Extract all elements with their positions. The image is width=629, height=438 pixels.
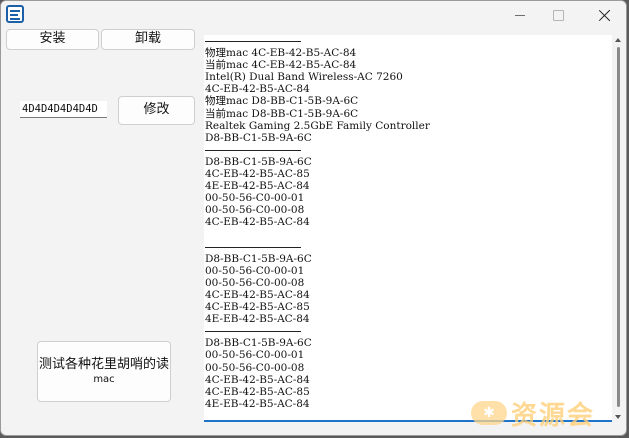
log-line: Intel(R) Dual Band Wireless-AC 7260 [205, 71, 403, 84]
close-button[interactable] [581, 1, 626, 29]
log-line: 00-50-56-C0-00-01 [205, 192, 305, 205]
log-line: 物理mac 4C-EB-42-B5-AC-84 [205, 47, 357, 60]
uninstall-button[interactable]: 卸载 [101, 29, 195, 50]
main-window: 安装 卸载 修改 测试各种花里胡哨的读 mac 物理mac 4C-EB-42-B… [0, 0, 627, 436]
log-line: 00-50-56-C0-00-08 [205, 204, 305, 217]
log-line: 00-50-56-C0-00-01 [205, 264, 305, 277]
log-line: D8-BB-C1-5B-9A-6C [205, 252, 312, 265]
test-read-mac-button[interactable]: 测试各种花里胡哨的读 mac [37, 341, 171, 402]
log-separator [205, 325, 430, 337]
minimize-icon [515, 14, 525, 16]
app-icon [6, 5, 24, 23]
maximize-icon [552, 9, 564, 21]
log-line: Realtek Gaming 2.5GbE Family Controller [205, 119, 430, 132]
test-button-label-line1: 测试各种花里胡哨的读 [38, 356, 169, 372]
log-line: 00-50-56-C0-00-01 [205, 349, 305, 362]
log-line: 4C-EB-42-B5-AC-85 [205, 168, 310, 181]
log-line: D8-BB-C1-5B-9A-6C [205, 337, 312, 350]
log-line: 4C-EB-42-B5-AC-85 [205, 385, 310, 398]
title-bar [1, 1, 626, 29]
log-lines: 物理mac 4C-EB-42-B5-AC-84 当前mac 4C-EB-42-B5… [205, 35, 430, 410]
log-line: 4C-EB-42-B5-AC-84 [205, 373, 310, 386]
log-line: 当前mac D8-BB-C1-5B-9A-6C [205, 107, 359, 120]
log-line: 当前mac 4C-EB-42-B5-AC-84 [205, 59, 357, 72]
log-line: 4C-EB-42-B5-AC-84 [205, 83, 310, 96]
install-button[interactable]: 安装 [6, 29, 99, 50]
mac-address-input[interactable] [20, 101, 107, 118]
log-separator [205, 35, 430, 47]
maximize-button[interactable] [535, 1, 581, 29]
close-icon [598, 9, 611, 22]
scroll-down-icon[interactable] [615, 415, 621, 419]
log-line: D8-BB-C1-5B-9A-6C [205, 131, 312, 144]
scroll-thumb[interactable] [617, 47, 620, 407]
log-line: 00-50-56-C0-00-08 [205, 361, 305, 374]
modify-button[interactable]: 修改 [118, 96, 195, 125]
log-separator [205, 144, 430, 156]
log-line: 4E-EB-42-B5-AC-84 [205, 397, 310, 410]
log-line: 4C-EB-42-B5-AC-84 [205, 216, 310, 229]
log-line: 4C-EB-42-B5-AC-84 [205, 288, 310, 301]
log-line: 物理mac D8-BB-C1-5B-9A-6C [205, 95, 359, 108]
log-line: 4E-EB-42-B5-AC-84 [205, 180, 310, 193]
log-line: 00-50-56-C0-00-08 [205, 276, 305, 289]
scroll-up-icon[interactable] [615, 38, 621, 42]
log-line: 4C-EB-42-B5-AC-85 [205, 301, 310, 314]
log-line: D8-BB-C1-5B-9A-6C [205, 155, 312, 168]
output-log[interactable]: 物理mac 4C-EB-42-B5-AC-84 当前mac 4C-EB-42-B5… [204, 35, 612, 422]
test-button-label-line2: mac [93, 373, 115, 385]
log-line: 4E-EB-42-B5-AC-84 [205, 313, 310, 326]
log-scrollbar[interactable] [613, 35, 623, 422]
log-separator [205, 241, 430, 253]
